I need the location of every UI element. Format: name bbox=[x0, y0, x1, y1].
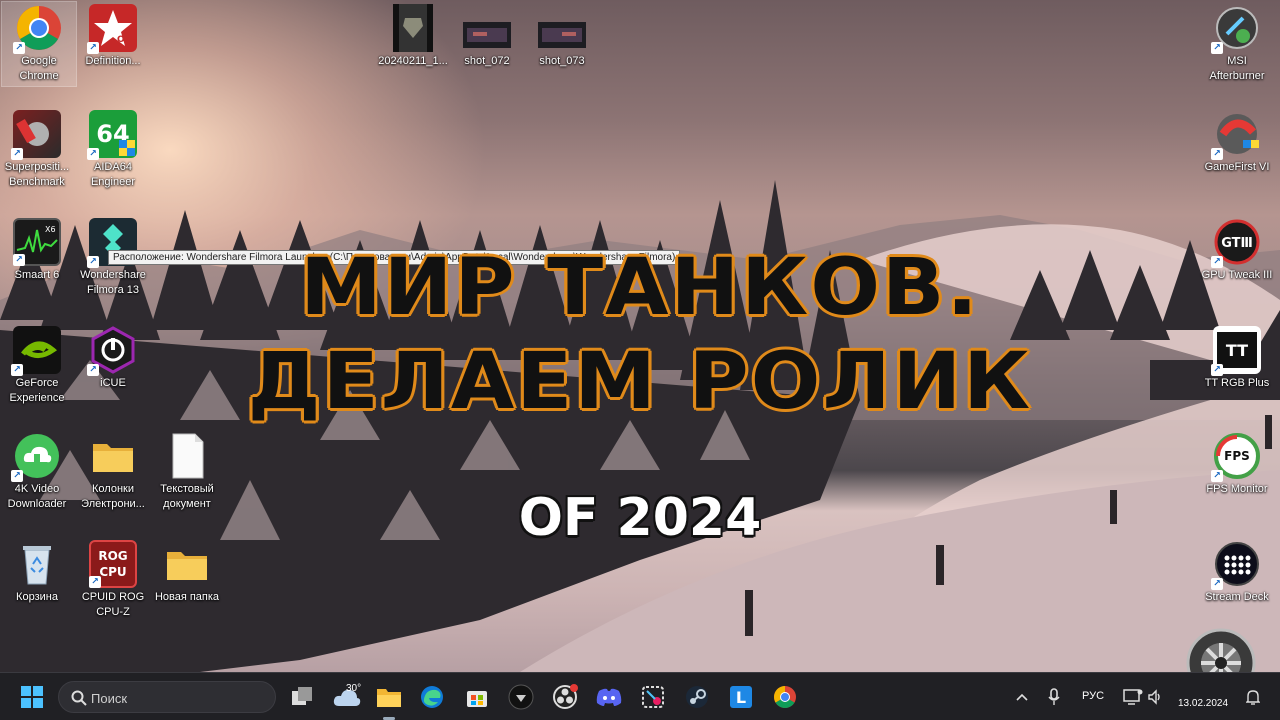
taskbar-tanks-game[interactable] bbox=[505, 681, 537, 713]
tank-video-icon bbox=[393, 4, 433, 52]
microphone-icon bbox=[1048, 688, 1060, 705]
desktop-icon-label: Google Chrome bbox=[19, 55, 59, 82]
shortcut-arrow-icon: ↗ bbox=[1211, 578, 1223, 590]
windows-logo-icon bbox=[21, 686, 43, 708]
chevron-up-icon bbox=[1016, 693, 1028, 701]
network-monitor-icon bbox=[1123, 689, 1143, 705]
desktop-icon-video-20240211[interactable]: 20240211_1... bbox=[374, 4, 452, 69]
video-title-line-1: МИР ТАНКОВ. bbox=[300, 243, 980, 333]
taskbar-discord[interactable] bbox=[593, 681, 625, 713]
volume-icon bbox=[1148, 689, 1160, 705]
shortcut-arrow-icon: ↗ bbox=[11, 148, 23, 160]
taskbar-store[interactable] bbox=[461, 681, 493, 713]
bell-icon bbox=[1246, 690, 1260, 705]
desktop-icon-label: Новая папка bbox=[154, 591, 220, 603]
store-bag-icon bbox=[467, 691, 487, 707]
video-thumbnail-icon bbox=[538, 4, 586, 52]
video-title-line-2: ДЕЛАЕМ РОЛИК bbox=[247, 337, 1033, 427]
desktop-icon-msi-afterburner[interactable]: ↗ MSI Afterburner bbox=[1200, 4, 1274, 84]
desktop-icon-label: 20240211_1... bbox=[378, 55, 448, 67]
taskbar-steam[interactable] bbox=[681, 681, 713, 713]
desktop-icon-label: Stream Deck bbox=[1205, 591, 1269, 603]
desktop-icon-gamefirst[interactable]: ↗ GameFirst VI bbox=[1200, 110, 1274, 175]
desktop-icon-label: GameFirst VI bbox=[1204, 161, 1270, 173]
taskbar-obs[interactable] bbox=[549, 681, 581, 713]
text-document-icon bbox=[163, 432, 211, 480]
chrome-icon: ↗ bbox=[13, 4, 63, 54]
search-icon bbox=[71, 690, 87, 710]
shortcut-arrow-icon: ↗ bbox=[11, 470, 23, 482]
taskbar-snipping-tool[interactable] bbox=[637, 681, 669, 713]
desktop-icon-superposition[interactable]: ↗ Superpositi... Benchmark bbox=[0, 110, 74, 190]
desktop-icon-aida64[interactable]: 64 ↗ AIDA64 Engineer bbox=[76, 110, 150, 190]
superposition-icon: ↗ bbox=[11, 110, 61, 160]
notifications-button[interactable] bbox=[1240, 681, 1266, 713]
obs-icon bbox=[553, 684, 578, 709]
taskbar-date[interactable]: 13.02.2024 bbox=[1178, 698, 1228, 709]
desktop-icon-label: Definition... bbox=[85, 55, 141, 67]
shortcut-arrow-icon: ↗ bbox=[89, 576, 101, 588]
aida64-icon: 64 ↗ bbox=[87, 110, 137, 160]
start-button[interactable] bbox=[16, 681, 48, 713]
shortcut-arrow-icon: ↗ bbox=[13, 42, 25, 54]
taskbar-launcher-l[interactable]: L bbox=[725, 681, 757, 713]
shortcut-arrow-icon: ↗ bbox=[87, 42, 99, 54]
tank-game-icon bbox=[508, 684, 534, 710]
svg-text:ROG: ROG bbox=[98, 549, 127, 563]
tray-overflow-button[interactable] bbox=[1008, 681, 1036, 713]
snipping-tool-icon bbox=[642, 686, 664, 708]
svg-text:FPS: FPS bbox=[1224, 449, 1250, 463]
shortcut-arrow-icon: ↗ bbox=[1211, 148, 1223, 160]
desktop-icon-label: shot_073 bbox=[539, 55, 585, 67]
desktop-icon-stream-deck[interactable]: ↗ Stream Deck bbox=[1200, 540, 1274, 605]
definition-star-icon: OFF ↗ bbox=[87, 4, 137, 54]
cloud-download-icon: ↗ bbox=[11, 432, 61, 482]
desktop-icon-label: MSI Afterburner bbox=[1209, 55, 1265, 82]
task-view-button[interactable] bbox=[286, 681, 318, 713]
network-volume-button[interactable] bbox=[1118, 681, 1168, 713]
desktop-icon-label: shot_072 bbox=[464, 55, 510, 67]
svg-text:X6: X6 bbox=[45, 225, 56, 234]
svg-text:OFF: OFF bbox=[117, 35, 137, 45]
desktop-icon-definition[interactable]: OFF ↗ Definition... bbox=[76, 4, 150, 69]
folder-icon bbox=[89, 432, 137, 480]
video-thumbnail-icon bbox=[463, 4, 511, 52]
edge-icon bbox=[421, 686, 443, 708]
desktop-icon-recycle-bin[interactable]: Корзина bbox=[0, 540, 74, 605]
fps-monitor-icon: FPS ↗ bbox=[1211, 432, 1261, 482]
microphone-button[interactable] bbox=[1040, 681, 1068, 713]
video-subtitle: OF 2024 bbox=[518, 488, 762, 548]
launcher-l-icon: L bbox=[730, 686, 752, 708]
task-view-icon bbox=[292, 687, 312, 705]
taskbar-chrome[interactable] bbox=[769, 681, 801, 713]
search-input[interactable] bbox=[91, 688, 261, 708]
file-explorer-icon bbox=[377, 689, 401, 707]
desktop-icon-label: Superpositi... Benchmark bbox=[4, 161, 70, 188]
svg-text:CPU: CPU bbox=[99, 565, 126, 579]
desktop-icon-label: AIDA64 Engineer bbox=[90, 161, 136, 188]
shortcut-arrow-icon: ↗ bbox=[87, 148, 99, 160]
desktop-icon-shot-073[interactable]: shot_073 bbox=[525, 4, 599, 69]
desktop-icon-label: Корзина bbox=[16, 591, 58, 603]
input-language-indicator[interactable]: РУС bbox=[1082, 690, 1104, 702]
shortcut-arrow-icon: ↗ bbox=[1211, 42, 1223, 54]
desktop-icon-new-folder[interactable]: Новая папка bbox=[150, 540, 224, 605]
desktop-icon-label: CPUID ROG CPU-Z bbox=[81, 591, 145, 618]
weather-temperature: 30° bbox=[346, 683, 362, 694]
taskbar-edge[interactable] bbox=[416, 681, 448, 713]
discord-icon bbox=[596, 688, 622, 706]
taskbar-file-explorer[interactable] bbox=[373, 681, 405, 713]
svg-text:L: L bbox=[736, 688, 746, 707]
msi-afterburner-icon: ↗ bbox=[1211, 4, 1261, 54]
taskbar-search[interactable] bbox=[58, 681, 276, 713]
desktop-icon-cpuz[interactable]: ROG CPU ↗ CPUID ROG CPU-Z bbox=[76, 540, 150, 620]
desktop-icon-google-chrome[interactable]: ↗ Google Chrome bbox=[1, 1, 77, 87]
gamefirst-icon: ↗ bbox=[1211, 110, 1261, 160]
steam-icon bbox=[686, 686, 708, 708]
chrome-icon bbox=[774, 686, 796, 708]
desktop-icon-shot-072[interactable]: shot_072 bbox=[450, 4, 524, 69]
shortcut-arrow-icon: ↗ bbox=[1211, 470, 1223, 482]
taskbar: 30° L РУС 13.02.2024 bbox=[0, 672, 1280, 720]
